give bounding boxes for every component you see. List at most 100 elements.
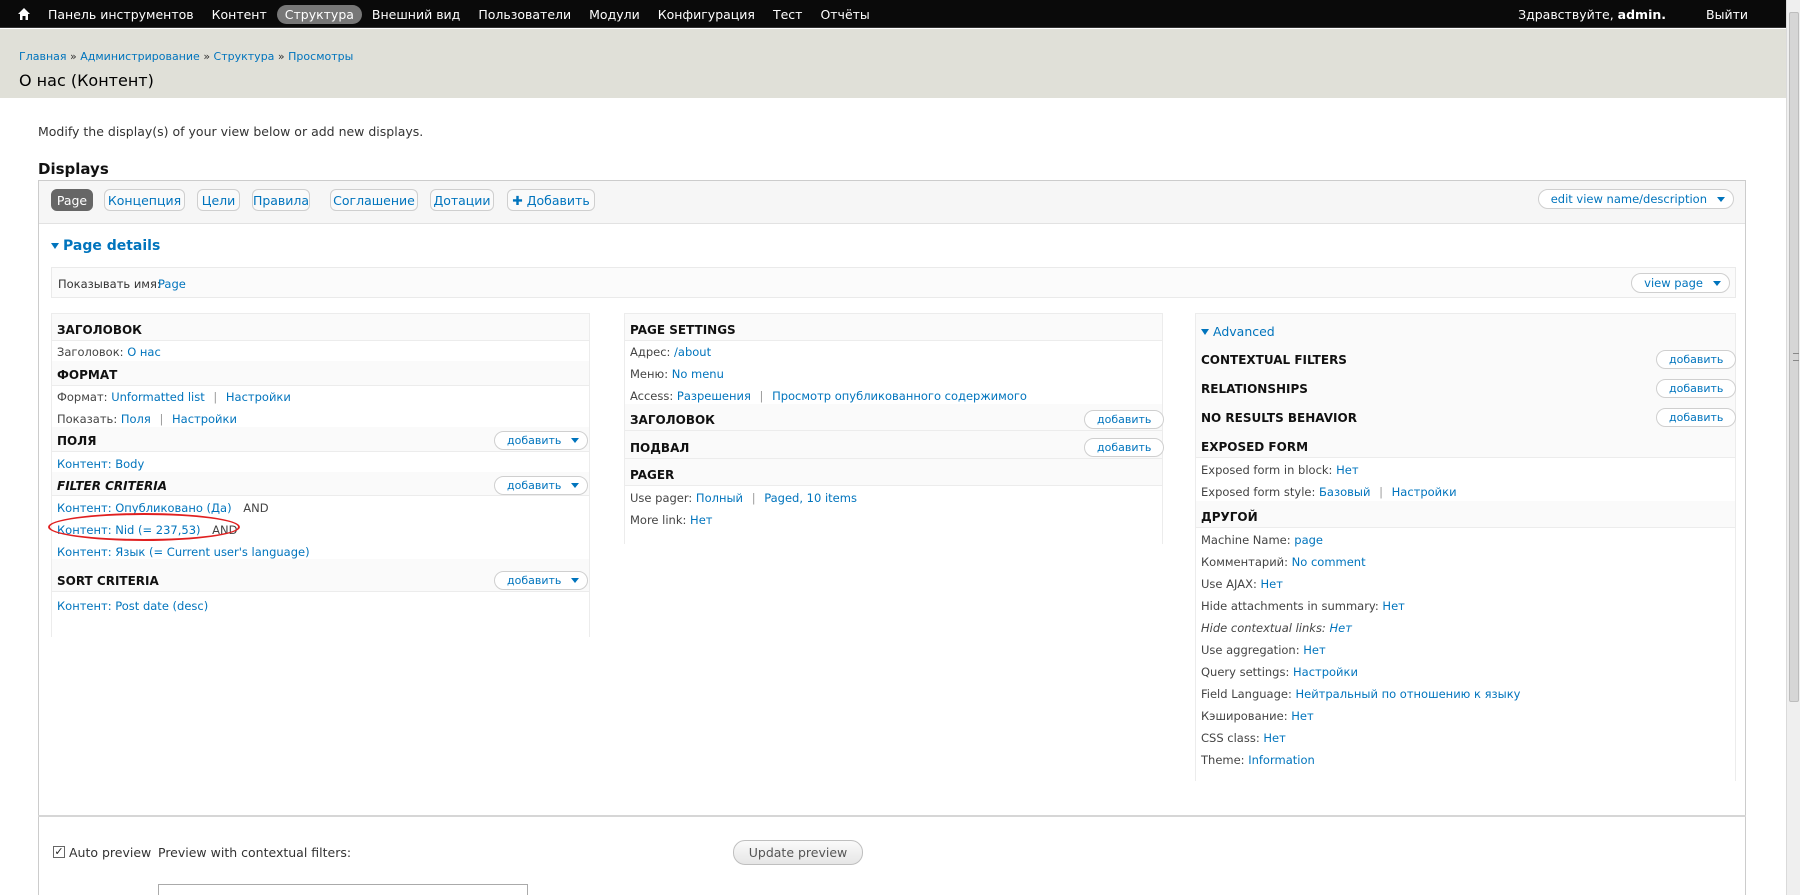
add-relationship-button[interactable]: добавить bbox=[1656, 379, 1737, 398]
exposed-block-value[interactable]: Нет bbox=[1336, 463, 1358, 477]
add-field-button[interactable]: добавить bbox=[494, 431, 589, 450]
chevron-down-icon[interactable] bbox=[571, 438, 580, 443]
menu-label: Меню: bbox=[630, 367, 669, 381]
format-settings-link[interactable]: Настройки bbox=[226, 390, 291, 404]
other-label: Field Language: bbox=[1201, 687, 1292, 701]
display-name-value[interactable]: Page bbox=[158, 277, 186, 291]
toolbar-item-content[interactable]: Контент bbox=[204, 5, 275, 24]
intro-text: Modify the display(s) of your view below… bbox=[38, 124, 424, 139]
sort-postdate-link[interactable]: Контент: Post date (desc) bbox=[57, 599, 208, 613]
show-value[interactable]: Поля bbox=[121, 412, 151, 426]
filter-language-link[interactable]: Контент: Язык (= Current user's language… bbox=[57, 545, 310, 559]
tab-page[interactable]: Page bbox=[51, 189, 93, 211]
other-value[interactable]: Нет bbox=[1260, 577, 1282, 591]
other-value[interactable]: No comment bbox=[1292, 555, 1366, 569]
footer-section-heading: ПОДВАЛ bbox=[630, 441, 690, 455]
sort-item: Контент: Post date (desc) bbox=[57, 599, 208, 613]
add-no-results-button[interactable]: добавить bbox=[1656, 408, 1737, 427]
logout-link[interactable]: Выйти bbox=[1706, 7, 1748, 22]
column-second: PAGE SETTINGS Адрес: /about Меню: No men… bbox=[624, 313, 1165, 544]
exposed-style-settings[interactable]: Настройки bbox=[1392, 485, 1457, 499]
access-view-published-link[interactable]: Просмотр опубликованного содержимого bbox=[772, 389, 1027, 403]
chevron-down-icon[interactable] bbox=[1717, 197, 1725, 202]
access-row: Access: Разрешения | Просмотр опубликова… bbox=[630, 389, 1027, 403]
other-value[interactable]: Нет bbox=[1329, 621, 1351, 635]
pager-items-link[interactable]: Paged, 10 items bbox=[764, 491, 857, 505]
title-section-heading: ЗАГОЛОВОК bbox=[57, 323, 142, 337]
toolbar-item-structure[interactable]: Структура bbox=[276, 4, 362, 24]
toolbar-item-reports[interactable]: Отчёты bbox=[812, 5, 877, 24]
toolbar-item-test[interactable]: Тест bbox=[765, 5, 810, 24]
add-filter-button[interactable]: добавить bbox=[494, 476, 589, 495]
chevron-down-icon[interactable] bbox=[571, 483, 580, 488]
breadcrumb-structure[interactable]: Структура bbox=[214, 50, 275, 63]
chevron-down-icon[interactable] bbox=[571, 578, 580, 583]
use-pager-label: Use pager: bbox=[630, 491, 693, 505]
fields-section-heading: ПОЛЯ bbox=[57, 434, 97, 448]
other-value[interactable]: Information bbox=[1248, 753, 1315, 767]
username[interactable]: admin. bbox=[1618, 7, 1666, 22]
vertical-scrollbar[interactable] bbox=[1786, 0, 1800, 895]
tab-goals[interactable]: Цели bbox=[197, 189, 240, 211]
other-value[interactable]: Нет bbox=[1382, 599, 1404, 613]
add-contextual-filter-button[interactable]: добавить bbox=[1656, 350, 1737, 369]
display-name-row: Показывать имя: Page view page bbox=[51, 267, 1736, 298]
title-value[interactable]: О нас bbox=[127, 345, 161, 359]
contextual-filters-label: Preview with contextual filters: bbox=[158, 845, 352, 860]
other-value[interactable]: Нет bbox=[1263, 731, 1285, 745]
tab-agreement[interactable]: Соглашение bbox=[330, 189, 418, 211]
other-value[interactable]: Настройки bbox=[1293, 665, 1358, 679]
path-value[interactable]: /about bbox=[674, 345, 711, 359]
tab-concept[interactable]: Концепция bbox=[104, 189, 185, 211]
separator: | bbox=[759, 389, 764, 403]
toolbar-item-appearance[interactable]: Внешний вид bbox=[364, 5, 468, 24]
exposed-block-row: Exposed form in block: Нет bbox=[1201, 463, 1359, 477]
other-label: Theme: bbox=[1201, 753, 1245, 767]
breadcrumb-views[interactable]: Просмотры bbox=[288, 50, 353, 63]
page-details-toggle[interactable]: Page details bbox=[51, 238, 160, 254]
page-title: О нас (Контент) bbox=[19, 71, 154, 90]
contextual-filters-input[interactable] bbox=[158, 884, 528, 895]
show-settings-link[interactable]: Настройки bbox=[172, 412, 237, 426]
toolbar-item-configuration[interactable]: Конфигурация bbox=[650, 5, 763, 24]
other-label: Machine Name: bbox=[1201, 533, 1291, 547]
other-row-hide-attachments: Hide attachments in summary: Нет bbox=[1201, 599, 1405, 613]
more-link-value[interactable]: Нет bbox=[690, 513, 712, 527]
menu-value[interactable]: No menu bbox=[672, 367, 724, 381]
scrollbar-thumb[interactable] bbox=[1789, 12, 1799, 702]
add-display-button[interactable]: ✚ Добавить bbox=[507, 189, 595, 211]
exposed-style-label: Exposed form style: bbox=[1201, 485, 1316, 499]
breadcrumb-separator: » bbox=[203, 50, 211, 63]
breadcrumb: Главная » Администрирование » Структура … bbox=[19, 50, 353, 63]
other-value[interactable]: Нет bbox=[1291, 709, 1313, 723]
other-value[interactable]: Нейтральный по отношению к языку bbox=[1295, 687, 1520, 701]
toolbar-item-dashboard[interactable]: Панель инструментов bbox=[40, 5, 202, 24]
other-value[interactable]: Нет bbox=[1303, 643, 1325, 657]
other-label: Use AJAX: bbox=[1201, 577, 1257, 591]
update-preview-button[interactable]: Update preview bbox=[733, 840, 863, 865]
add-sort-button[interactable]: добавить bbox=[494, 571, 589, 590]
pager-type-link[interactable]: Полный bbox=[696, 491, 743, 505]
add-footer-button[interactable]: добавить bbox=[1084, 438, 1165, 457]
access-permissions-link[interactable]: Разрешения bbox=[677, 389, 751, 403]
chevron-down-icon[interactable] bbox=[1713, 281, 1721, 286]
exposed-style-value[interactable]: Базовый bbox=[1319, 485, 1370, 499]
advanced-toggle[interactable]: Advanced bbox=[1201, 324, 1275, 339]
views-ui-display-box: Page Концепция Цели Правила Соглашение Д… bbox=[38, 180, 1746, 816]
breadcrumb-home[interactable]: Главная bbox=[19, 50, 67, 63]
other-value[interactable]: page bbox=[1294, 533, 1323, 547]
auto-preview-checkbox[interactable]: ✓ bbox=[53, 846, 65, 858]
tab-rules[interactable]: Правила bbox=[252, 189, 310, 211]
collapse-triangle-icon bbox=[1201, 328, 1209, 335]
toolbar-item-people[interactable]: Пользователи bbox=[470, 5, 579, 24]
displays-heading: Displays bbox=[38, 160, 109, 178]
edit-view-name-button[interactable]: edit view name/description bbox=[1537, 189, 1734, 209]
add-header-button[interactable]: добавить bbox=[1084, 410, 1165, 429]
home-icon[interactable] bbox=[16, 6, 32, 22]
view-page-button[interactable]: view page bbox=[1631, 273, 1730, 293]
format-value[interactable]: Unformatted list bbox=[111, 390, 205, 404]
tab-grants[interactable]: Дотации bbox=[430, 189, 494, 211]
breadcrumb-admin[interactable]: Администрирование bbox=[80, 50, 200, 63]
field-body-link[interactable]: Контент: Body bbox=[57, 457, 144, 471]
toolbar-item-modules[interactable]: Модули bbox=[581, 5, 648, 24]
